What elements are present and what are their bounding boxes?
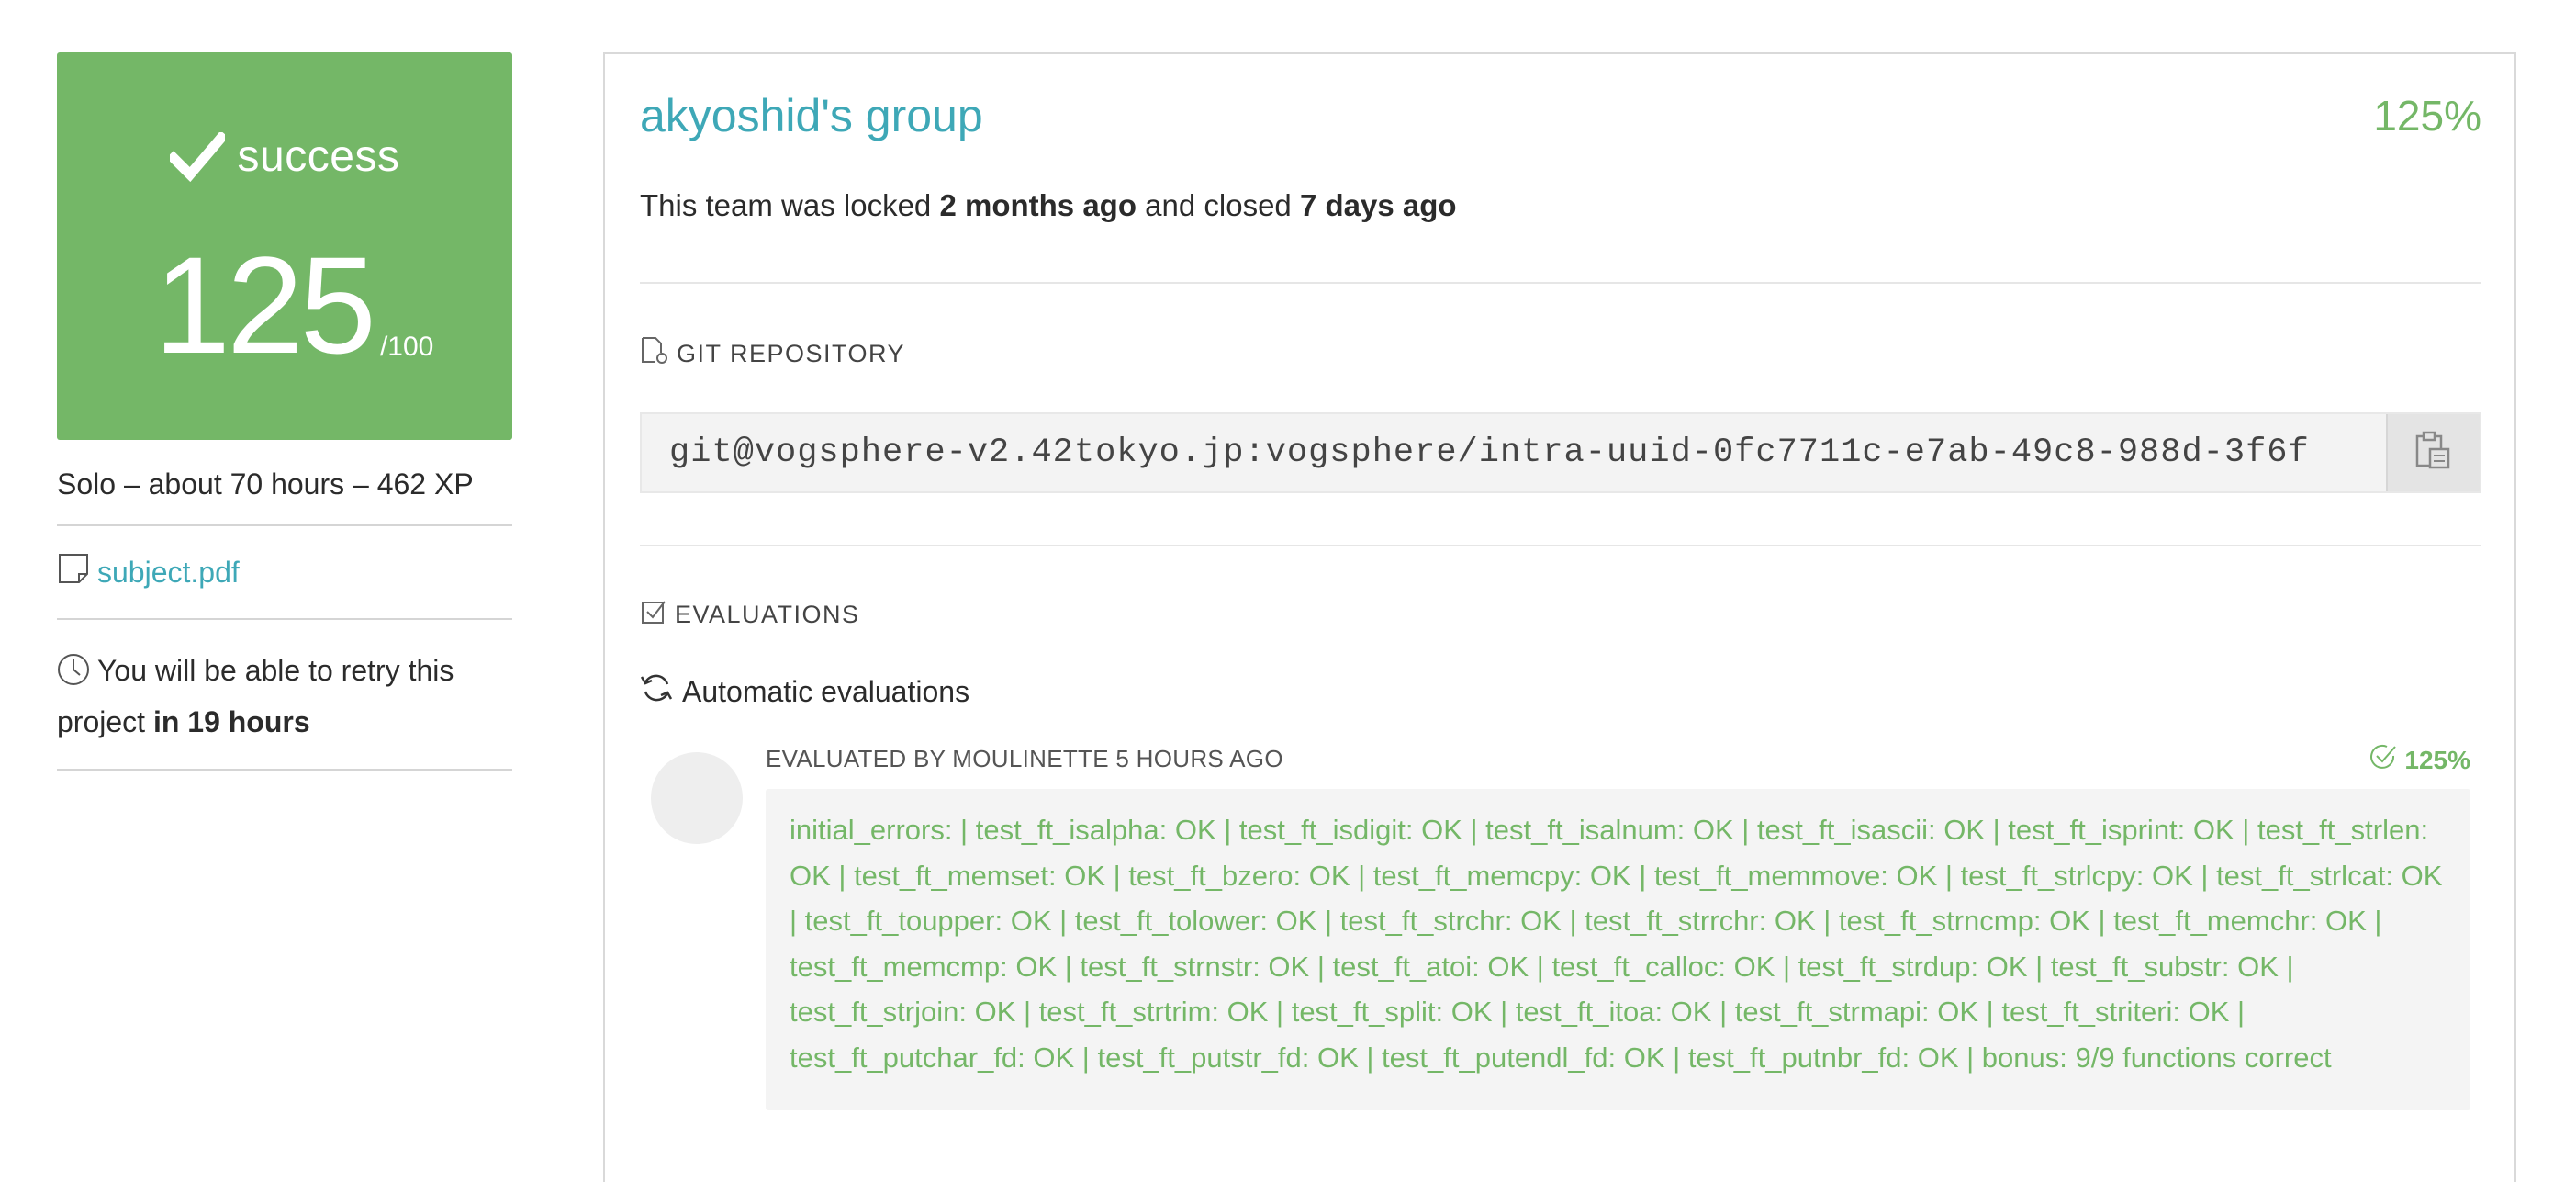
evaluator-avatar [651,752,743,844]
clock-icon [57,653,90,699]
check-icon [169,131,225,182]
evaluation-percent: 125% [2404,745,2470,774]
lock-middle: and closed [1137,188,1300,222]
closed-time: 7 days ago [1299,188,1457,222]
subject-link[interactable]: subject.pdf [97,556,240,590]
file-icon [57,552,90,592]
repository-field [640,412,2481,493]
score-row: 125 /100 [57,236,512,374]
evaluations-heading: EVALUATIONS [640,598,860,632]
status-label: success [237,132,400,181]
git-repository-heading: GIT REPOSITORY [640,336,905,372]
retry-time: in 19 hours [152,705,310,738]
divider [640,545,2481,546]
evaluation-score: 125% [2369,743,2470,777]
group-percent: 125% [2373,92,2481,140]
group-panel: akyoshid's group 125% This team was lock… [603,52,2516,1182]
git-heading-label: GIT REPOSITORY [677,340,906,367]
divider [640,282,2481,284]
group-title: akyoshid's group [640,90,983,141]
clipboard-icon [2414,431,2454,476]
score-card: success 125 /100 [57,52,512,440]
divider [57,769,512,771]
refresh-icon [640,671,673,712]
subject-row: subject.pdf [57,526,512,618]
evaluation-feedback: initial_errors: | test_ft_isalpha: OK | … [766,789,2470,1110]
automatic-evaluations: Automatic evaluations [640,671,969,712]
automatic-evaluations-label: Automatic evaluations [682,674,970,708]
repository-url-input[interactable] [642,414,2386,491]
score-max: /100 [379,332,434,362]
check-circle-icon [2369,743,2397,777]
lock-prefix: This team was locked [640,188,940,222]
retry-notice: You will be able to retry this project i… [57,620,512,769]
status-row: success [57,131,512,182]
score-value: 125 [153,228,376,382]
lock-status: This team was locked 2 months ago and cl… [640,188,1457,223]
project-sidebar: success 125 /100 Solo – about 70 hours –… [57,52,512,771]
git-icon [640,336,669,372]
evaluator-label: EVALUATED BY MOULINETTE 5 HOURS AGO [766,745,1283,772]
copy-button[interactable] [2386,414,2480,491]
project-meta: Solo – about 70 hours – 462 XP [57,467,474,501]
locked-time: 2 months ago [939,188,1137,222]
checkbox-icon [640,598,667,632]
evaluations-heading-label: EVALUATIONS [675,601,860,628]
